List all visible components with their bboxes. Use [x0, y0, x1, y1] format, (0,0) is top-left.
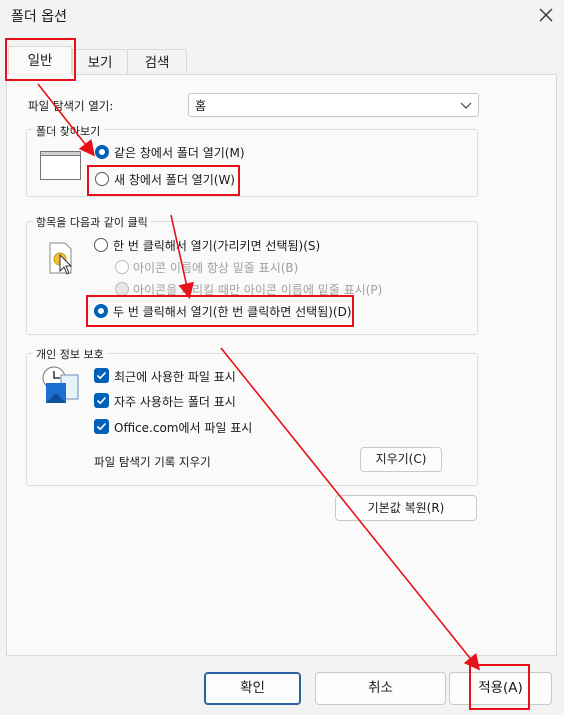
- annotation-arrows: [37, 83, 481, 671]
- arrow-click-to-double: [170, 214, 195, 300]
- tab-general-label: 일반: [27, 53, 53, 69]
- tab-general[interactable]: 일반: [8, 46, 72, 74]
- arrow-tab-to-browse: [37, 83, 95, 157]
- arrow-privacy-to-apply: [220, 347, 481, 671]
